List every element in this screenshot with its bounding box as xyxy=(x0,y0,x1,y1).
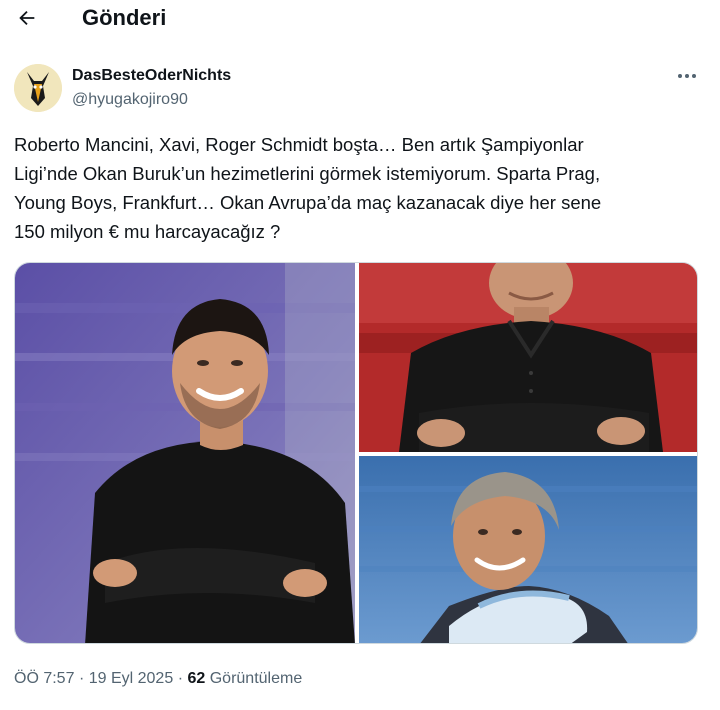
meta-separator: · xyxy=(78,670,85,687)
media-grid xyxy=(14,262,698,644)
views-count: 62 xyxy=(187,670,206,687)
tweet-text: Roberto Mancini, Xavi, Roger Schmidt boş… xyxy=(14,130,704,246)
tweet-time[interactable]: ÖÖ 7:57 xyxy=(14,670,74,687)
avatar[interactable] xyxy=(14,64,62,112)
photo-schmidt[interactable] xyxy=(359,263,697,452)
more-options-button[interactable] xyxy=(672,66,702,86)
more-horizontal-icon xyxy=(678,74,696,78)
photo-mancini[interactable] xyxy=(359,456,697,643)
author-handle[interactable]: @hyugakojiro90 xyxy=(72,90,188,110)
tweet-text-line: Roberto Mancini, Xavi, Roger Schmidt boş… xyxy=(14,134,584,155)
meta-separator: · xyxy=(177,670,184,687)
page-title: Gönderi xyxy=(82,5,167,30)
tweet-text-line: 150 milyon € mu harcayacağız ? xyxy=(14,221,281,242)
avatar-icon xyxy=(14,64,62,112)
tweet-date[interactable]: 19 Eyl 2025 xyxy=(89,670,174,687)
views-label: Görüntüleme xyxy=(209,670,303,687)
tweet-text-line: Ligi’nde Okan Buruk’un hezimetlerini gör… xyxy=(14,163,601,184)
back-button[interactable] xyxy=(12,4,42,32)
photo-xavi[interactable] xyxy=(15,263,355,643)
tweet-meta: ÖÖ 7:57 · 19 Eyl 2025 · 62 Görüntüleme xyxy=(14,668,302,690)
author-name[interactable]: DasBesteOderNichts xyxy=(72,66,231,86)
arrow-left-icon xyxy=(19,10,35,26)
tweet-text-line: Young Boys, Frankfurt… Okan Avrupa’da ma… xyxy=(14,192,602,213)
top-bar: Gönderi xyxy=(0,0,720,40)
